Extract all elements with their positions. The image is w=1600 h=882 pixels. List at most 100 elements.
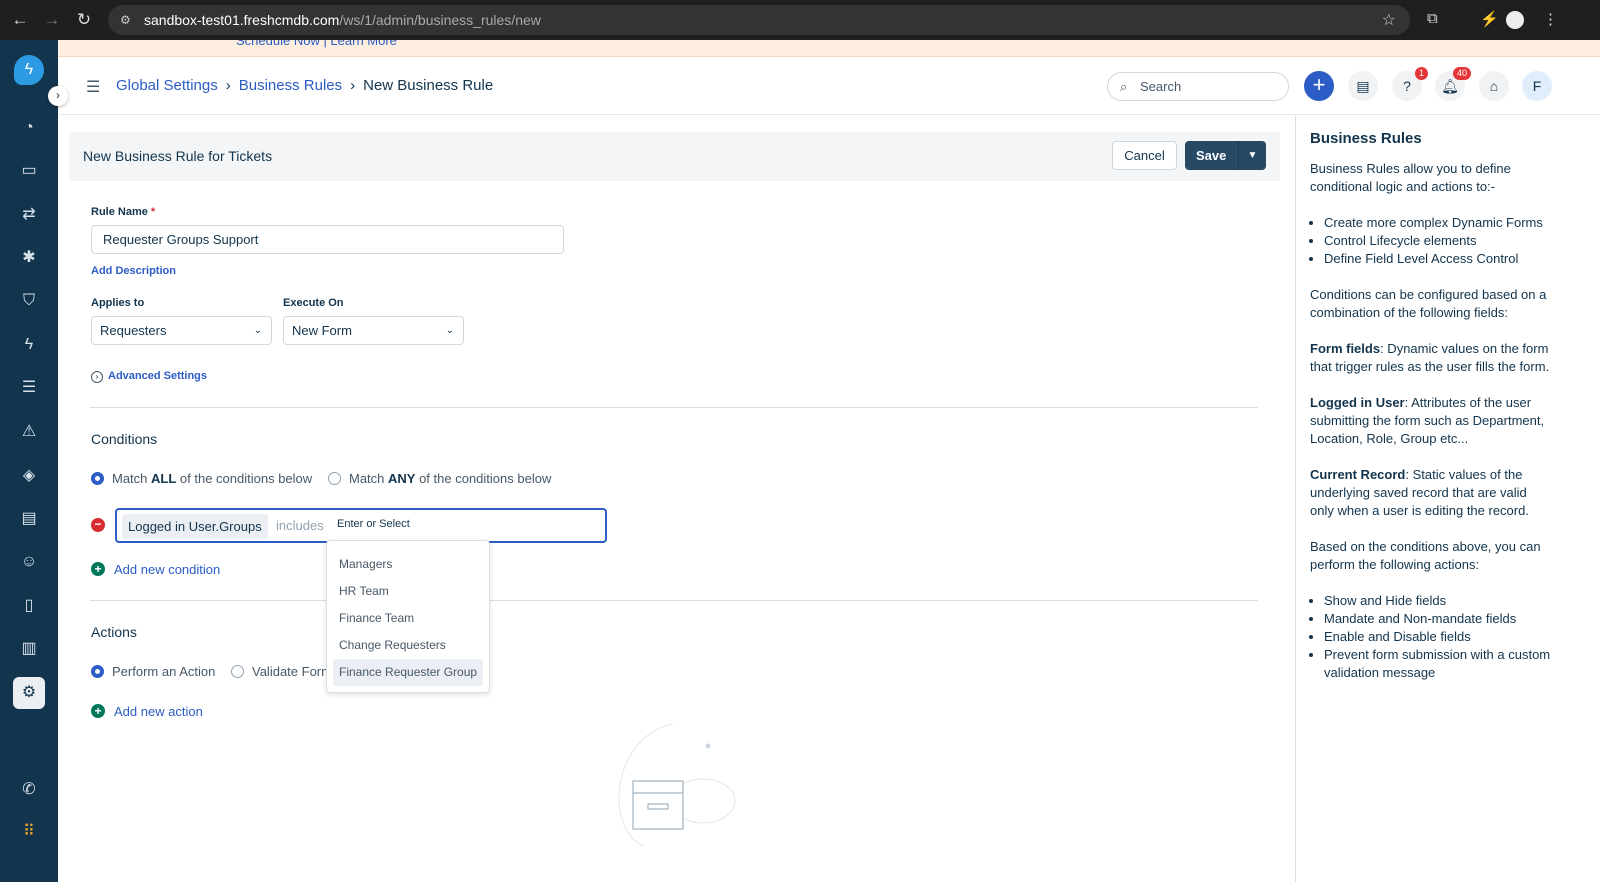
site-settings-icon[interactable]: ⚙ bbox=[120, 13, 131, 27]
browser-toolbar: ← → ↻ ⚙ sandbox-test01.freshcmdb.com/ws/… bbox=[0, 0, 1600, 40]
execute-on-label: Execute On bbox=[283, 297, 344, 309]
phone-icon[interactable]: ✆ bbox=[13, 774, 45, 806]
validate-form-radio[interactable]: Validate Form bbox=[231, 664, 332, 679]
condition-row[interactable]: Logged in User.Groups includes Enter or … bbox=[115, 508, 607, 543]
applies-to-label: Applies to bbox=[91, 297, 145, 309]
dropdown-option-highlighted[interactable]: Finance Requester Group bbox=[333, 659, 483, 686]
breadcrumb-global-settings[interactable]: Global Settings bbox=[116, 77, 218, 94]
breadcrumb-current: New Business Rule bbox=[363, 77, 494, 94]
list-item: Mandate and Non-mandate fields bbox=[1324, 610, 1554, 628]
help-logged-in-user: Logged in User: Attributes of the user s… bbox=[1310, 395, 1545, 446]
chevron-right-icon: › bbox=[350, 77, 356, 94]
releases-icon[interactable]: ⛉ bbox=[13, 285, 45, 317]
new-plus-button[interactable]: + bbox=[1304, 71, 1334, 101]
list-item: Prevent form submission with a custom va… bbox=[1324, 646, 1554, 682]
applies-to-select[interactable]: Requesters ⌄ bbox=[91, 316, 272, 345]
perform-action-radio[interactable]: Perform an Action bbox=[91, 664, 215, 679]
add-description-link[interactable]: Add Description bbox=[91, 265, 176, 277]
condition-value-dropdown: Managers HR Team Finance Team Change Req… bbox=[326, 540, 490, 693]
tasks-list-icon[interactable]: ☰ bbox=[13, 372, 45, 404]
help-icon[interactable]: ? 1 bbox=[1392, 67, 1428, 101]
dropdown-option[interactable]: Change Requesters bbox=[333, 632, 483, 659]
problems-bug-icon[interactable]: ✱ bbox=[13, 242, 45, 274]
chevron-down-icon: ⌄ bbox=[253, 325, 262, 336]
banner-links[interactable]: Schedule Now | Learn More bbox=[236, 40, 397, 48]
actions-heading: Actions bbox=[91, 624, 137, 640]
breadcrumb: Global Settings › Business Rules › New Bus… bbox=[116, 77, 493, 94]
save-label: Save bbox=[1196, 148, 1227, 163]
help-badge: 1 bbox=[1414, 67, 1428, 80]
help-form-fields: Form fields: Dynamic values on the form … bbox=[1310, 341, 1550, 374]
avatar[interactable]: F bbox=[1522, 71, 1552, 101]
reports-icon[interactable]: ▥ bbox=[13, 633, 45, 665]
search-placeholder: Search bbox=[1140, 79, 1182, 94]
condition-field-chip[interactable]: Logged in User.Groups bbox=[122, 514, 268, 539]
rule-name-input[interactable]: Requester Groups Support bbox=[91, 225, 564, 254]
help-current-record: Current Record: Static values of the und… bbox=[1310, 467, 1529, 518]
page-header: ☰ Global Settings › Business Rules › New B… bbox=[58, 57, 1600, 115]
empty-box-illustration bbox=[618, 723, 736, 847]
apps-grid-icon[interactable]: ⠿ bbox=[13, 816, 45, 848]
match-any-radio[interactable]: Match ANY of the conditions below bbox=[328, 471, 551, 486]
breadcrumb-business-rules[interactable]: Business Rules bbox=[239, 77, 342, 94]
assets-layers-icon[interactable]: ◈ bbox=[13, 460, 45, 492]
dropdown-option[interactable]: Managers bbox=[333, 551, 483, 578]
cancel-button[interactable]: Cancel bbox=[1112, 141, 1177, 170]
back-icon[interactable]: ← bbox=[4, 10, 36, 30]
save-button[interactable]: Save ▼ bbox=[1185, 141, 1266, 170]
changes-icon[interactable]: ⇄ bbox=[13, 199, 45, 231]
tickets-icon[interactable]: ▭ bbox=[13, 155, 45, 187]
dropdown-option[interactable]: HR Team bbox=[333, 578, 483, 605]
add-condition-link[interactable]: Add new condition bbox=[114, 562, 220, 577]
contact-card-icon[interactable]: ▤ bbox=[1348, 71, 1378, 101]
list-item: Create more complex Dynamic Forms bbox=[1324, 214, 1554, 232]
add-action-link[interactable]: Add new action bbox=[114, 704, 203, 719]
add-condition-icon[interactable]: + bbox=[91, 562, 105, 576]
expand-sidebar-icon[interactable]: › bbox=[48, 86, 68, 106]
url-host: sandbox-test01.freshcmdb.com bbox=[144, 12, 340, 28]
help-list-actions: Show and Hide fieldsMandate and Non-mand… bbox=[1324, 592, 1554, 682]
list-item: Show and Hide fields bbox=[1324, 592, 1554, 610]
notifications-bell-icon[interactable]: 🔔︎ 40 bbox=[1435, 67, 1471, 101]
solutions-book-icon[interactable]: ▯ bbox=[13, 590, 45, 622]
advanced-settings-toggle[interactable]: › Advanced Settings bbox=[91, 370, 207, 383]
conditions-heading: Conditions bbox=[91, 431, 158, 447]
marketplace-store-icon[interactable]: ⌂ bbox=[1479, 71, 1509, 101]
reload-icon[interactable]: ↻ bbox=[68, 10, 100, 30]
automation-icon[interactable]: ϟ bbox=[13, 329, 45, 361]
url-path: /ws/1/admin/business_rules/new bbox=[339, 12, 541, 28]
condition-operator[interactable]: includes bbox=[276, 518, 324, 533]
alerts-icon[interactable]: ⚠ bbox=[13, 416, 45, 448]
execute-on-select[interactable]: New Form ⌄ bbox=[283, 316, 464, 345]
list-item: Control Lifecycle elements bbox=[1324, 232, 1554, 250]
condition-value-input[interactable]: Enter or Select bbox=[337, 518, 410, 530]
save-options-chevron-icon[interactable]: ▼ bbox=[1238, 141, 1266, 170]
dropdown-option[interactable]: Finance Team bbox=[333, 605, 483, 632]
dashboard-icon[interactable]: ◔ bbox=[13, 112, 45, 144]
radio-unselected-icon bbox=[231, 665, 244, 678]
menu-kebab-icon[interactable]: ⋮ bbox=[1543, 10, 1558, 28]
users-icon[interactable]: ☺ bbox=[13, 546, 45, 578]
address-bar[interactable]: ⚙ sandbox-test01.freshcmdb.com/ws/1/admi… bbox=[108, 5, 1410, 35]
extensions-icon[interactable]: ⧉ bbox=[1427, 10, 1438, 27]
match-all-radio[interactable]: Match ALL of the conditions below bbox=[91, 471, 312, 486]
execute-on-value: New Form bbox=[292, 323, 352, 338]
hamburger-menu-icon[interactable]: ☰ bbox=[86, 77, 100, 97]
admin-settings-icon[interactable]: ⚙ bbox=[13, 677, 45, 709]
remove-condition-icon[interactable]: − bbox=[91, 518, 105, 532]
chevron-down-icon: ⌄ bbox=[445, 325, 454, 336]
bookmark-star-icon[interactable]: ☆ bbox=[1382, 10, 1396, 30]
divider bbox=[90, 407, 1258, 408]
extension-leaf-icon[interactable]: ⚡ bbox=[1480, 10, 1499, 28]
contracts-icon[interactable]: ▤ bbox=[13, 503, 45, 535]
list-item: Enable and Disable fields bbox=[1324, 628, 1554, 646]
help-panel: Business Rules Business Rules allow you … bbox=[1295, 116, 1568, 882]
add-action-icon[interactable]: + bbox=[91, 704, 105, 718]
freshservice-logo-icon[interactable]: ϟ bbox=[14, 55, 44, 85]
rule-name-label: Rule Name * bbox=[91, 206, 156, 218]
radio-unselected-icon bbox=[328, 472, 341, 485]
radio-selected-icon bbox=[91, 472, 104, 485]
search-input[interactable]: ⌕ Search bbox=[1107, 72, 1289, 101]
forward-icon[interactable]: → bbox=[36, 10, 68, 30]
profile-avatar-icon[interactable] bbox=[1506, 11, 1524, 29]
